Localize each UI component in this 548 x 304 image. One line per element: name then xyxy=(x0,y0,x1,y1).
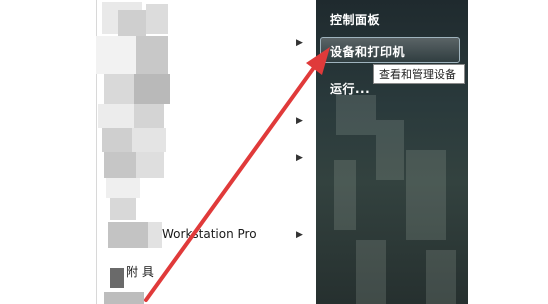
annotation-arrow-icon xyxy=(144,47,330,302)
